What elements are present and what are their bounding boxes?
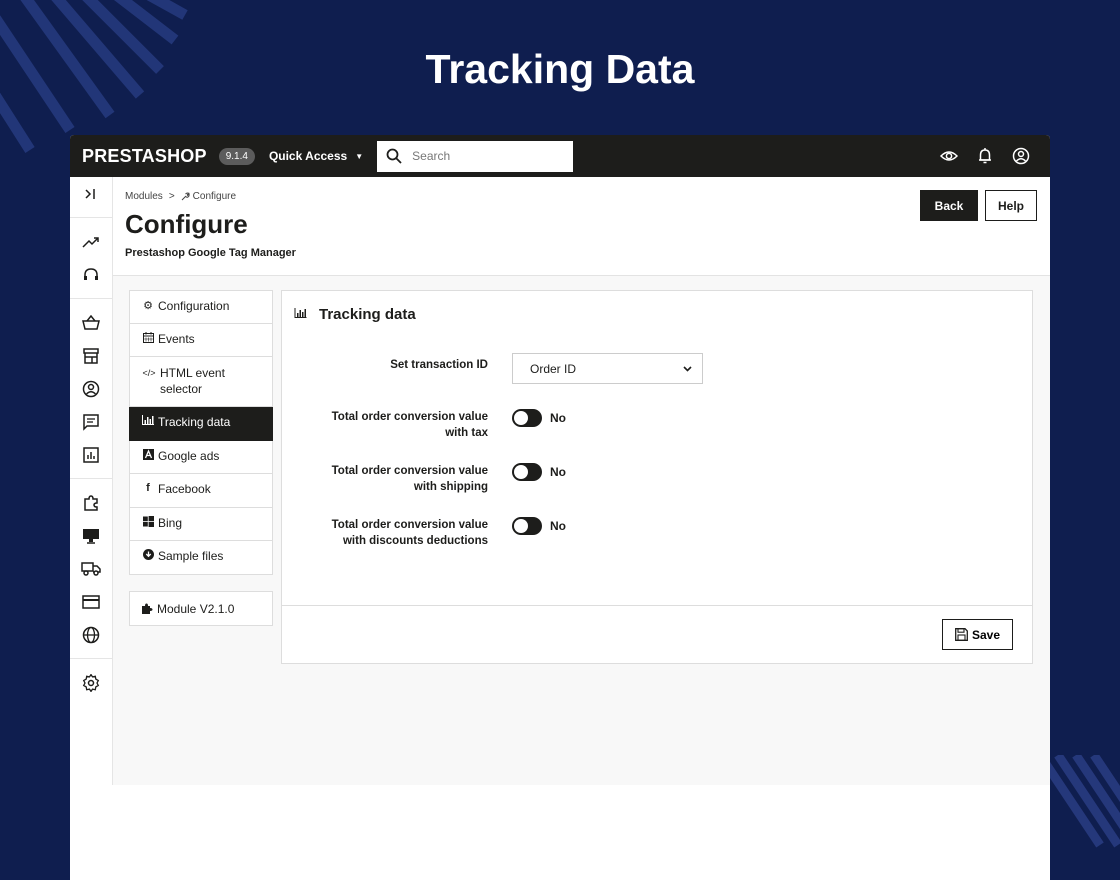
tab-google-ads[interactable]: Google ads: [129, 440, 273, 474]
hero-title: Tracking Data: [425, 46, 695, 92]
search-icon: [386, 148, 402, 164]
save-button[interactable]: Save: [942, 619, 1013, 650]
tab-label: HTML event selector: [160, 366, 225, 396]
modules-puzzle-icon[interactable]: [70, 486, 113, 519]
top-bar: PRESTASHOP 9.1.4 Quick Access ▼: [70, 135, 1050, 177]
tab-tracking-data[interactable]: Tracking data: [129, 407, 273, 441]
tab-bing[interactable]: Bing: [129, 507, 273, 541]
breadcrumb-modules-link[interactable]: Modules: [125, 191, 163, 202]
puzzle-piece-icon: [142, 603, 153, 614]
code-icon: </>: [142, 368, 156, 378]
calendar-icon: [142, 331, 154, 343]
tab-label: Configuration: [158, 299, 230, 313]
cogs-icon: ⚙: [143, 300, 153, 312]
transaction-id-label: Set transaction ID: [390, 359, 488, 371]
version-badge: 9.1.4: [218, 147, 255, 165]
quick-access-label: Quick Access: [268, 149, 348, 163]
eye-icon[interactable]: [940, 147, 958, 165]
toggle-label-discounts: Total order conversion value with discou…: [331, 519, 488, 547]
windows-icon: [142, 515, 154, 527]
prestashop-logo[interactable]: PRESTASHOP: [82, 146, 207, 167]
settings-gear-icon[interactable]: [70, 666, 113, 699]
toggle-value-shipping: No: [550, 465, 566, 479]
side-navigation: [70, 177, 113, 785]
messages-icon[interactable]: [70, 405, 113, 438]
toggle-switch-shipping[interactable]: No: [512, 463, 566, 481]
save-label: Save: [971, 627, 1001, 642]
tab-facebook[interactable]: f Facebook: [129, 474, 273, 508]
wrench-icon: [181, 192, 190, 201]
module-version-label: Module V2.1.0: [157, 601, 235, 616]
toggle-label-tax: Total order conversion value with tax: [331, 411, 488, 439]
toggle-value-tax: No: [550, 411, 566, 425]
download-circle-icon: [142, 549, 154, 560]
admin-window: PRESTASHOP 9.1.4 Quick Access ▼ Search M…: [70, 135, 1050, 880]
search-box[interactable]: [377, 140, 574, 172]
breadcrumb-current: Configure: [192, 191, 237, 202]
customer-icon[interactable]: [70, 372, 113, 405]
tab-configuration[interactable]: ⚙ Configuration: [129, 290, 273, 324]
statistics-icon[interactable]: [70, 438, 113, 471]
bar-chart-icon: [142, 415, 154, 425]
tab-label: Google ads: [158, 448, 220, 463]
bar-chart-icon: [294, 308, 307, 321]
caret-down-icon: ▼: [355, 151, 364, 161]
bell-icon[interactable]: [976, 147, 994, 165]
help-button[interactable]: Help: [985, 190, 1037, 221]
page-header: Modules > Configure Configure Prestashop…: [113, 177, 1050, 276]
panel-heading: Tracking data: [282, 291, 1032, 338]
back-button[interactable]: Back: [920, 190, 978, 221]
international-globe-icon[interactable]: [70, 618, 113, 651]
store-icon[interactable]: [70, 339, 113, 372]
header-buttons: Back Help: [920, 190, 1037, 221]
tracking-data-panel: Tracking data Set transaction ID Order I…: [281, 290, 1033, 664]
top-icons: [940, 147, 1030, 165]
tab-label: Events: [158, 331, 195, 346]
search-input[interactable]: [412, 149, 553, 163]
trending-up-icon[interactable]: [70, 225, 113, 258]
breadcrumb-separator: >: [168, 191, 175, 202]
toggle-value-discounts: No: [550, 519, 566, 533]
panel-footer: Save: [282, 605, 1032, 663]
main-content: Modules > Configure Configure Prestashop…: [113, 177, 1050, 785]
shipping-truck-icon[interactable]: [70, 552, 113, 585]
quick-access-menu[interactable]: Quick Access ▼: [269, 149, 363, 163]
tab-events[interactable]: Events: [129, 323, 273, 357]
toggle-switch-tax[interactable]: No: [512, 409, 566, 427]
support-headset-icon[interactable]: [70, 258, 113, 291]
tab-label: Bing: [158, 515, 183, 530]
module-version-box: Module V2.1.0: [129, 591, 273, 626]
floppy-disk-icon: [955, 628, 968, 641]
toggle-label-shipping: Total order conversion value with shippi…: [331, 465, 488, 493]
tab-html-event-selector[interactable]: </> HTML event selector: [129, 357, 273, 407]
transaction-id-select[interactable]: Order ID: [512, 353, 703, 384]
transaction-id-value: Order ID: [530, 361, 577, 376]
tab-label: Sample files: [158, 549, 224, 563]
tab-label: Tracking data: [158, 415, 231, 429]
user-account-icon[interactable]: [1012, 147, 1030, 165]
payment-card-icon[interactable]: [70, 585, 113, 618]
panel-title: Tracking data: [319, 306, 416, 323]
config-tabs: ⚙ Configuration Events </> HTML event se…: [129, 290, 273, 575]
tab-label: Facebook: [158, 482, 211, 496]
page-subtitle: Prestashop Google Tag Manager: [125, 247, 296, 259]
expand-sidebar-icon[interactable]: [70, 177, 113, 210]
chevron-down-icon: [683, 365, 692, 372]
facebook-icon: f: [146, 482, 150, 494]
page-title: Configure: [125, 209, 248, 239]
google-ads-icon: [142, 448, 154, 460]
breadcrumb: Modules > Configure: [125, 191, 1038, 202]
design-monitor-icon[interactable]: [70, 519, 113, 552]
decorative-stripes-bottom-right: [1040, 755, 1120, 848]
shopping-basket-icon[interactable]: [70, 306, 113, 339]
toggle-switch-discounts[interactable]: No: [512, 517, 566, 535]
tab-sample-files[interactable]: Sample files: [129, 541, 273, 575]
